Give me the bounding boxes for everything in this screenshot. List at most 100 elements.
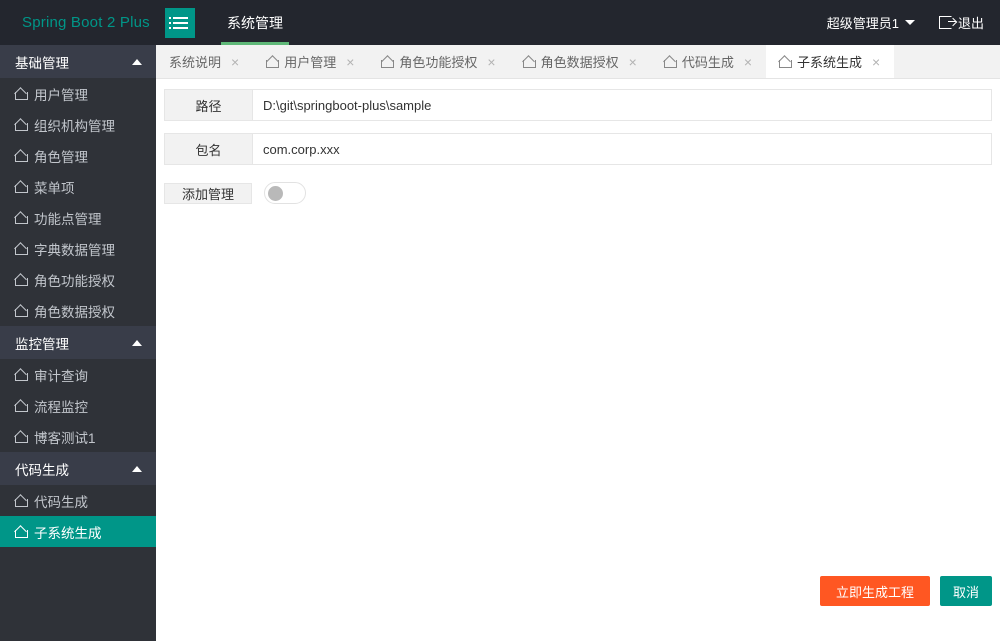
home-icon [15,369,28,381]
sidebar-item-dictionary-data[interactable]: 字典数据管理 [0,233,156,264]
path-input[interactable] [252,89,992,121]
top-header: Spring Boot 2 Plus 系统管理 超级管理员1 退出 [0,0,1000,45]
sidebar-item-label: 字典数据管理 [34,242,115,258]
sidebar-item-label: 审计查询 [34,368,88,384]
sidebar-group-code-generation[interactable]: 代码生成 [0,452,156,485]
content-area: 路径 包名 添加管理 立即生成工程 取消 [156,79,1000,641]
top-nav-item-label: 系统管理 [227,14,283,31]
tab-label: 系统说明 [169,55,222,70]
sidebar-item-audit-query[interactable]: 审计查询 [0,359,156,390]
app-logo[interactable]: Spring Boot 2 Plus [0,0,156,45]
top-nav-item-system-management[interactable]: 系统管理 [213,0,297,45]
chevron-down-icon [904,20,915,25]
home-icon [15,119,28,131]
home-icon [15,243,28,255]
sidebar-item-menu-items[interactable]: 菜单项 [0,171,156,202]
tab-subsystem-generation[interactable]: 子系统生成 × [766,45,895,78]
cancel-button[interactable]: 取消 [939,576,992,606]
sidebar-group-label: 代码生成 [15,462,69,478]
home-icon [15,150,28,162]
sidebar-group-label: 监控管理 [15,336,69,352]
tab-label: 用户管理 [284,55,337,70]
home-icon [15,212,28,224]
sidebar-group-label: 基础管理 [15,55,69,71]
tab-bar: 系统说明 × 用户管理 × 角色功能授权 × 角色数据授权 × 代码生成 × 子… [156,45,1000,79]
user-menu[interactable]: 超级管理员1 [827,13,915,32]
form-row-add-admin: 添加管理 [164,177,992,209]
header-right-group: 超级管理员1 退出 [827,0,1000,45]
form-row-path: 路径 [164,89,992,121]
tab-label: 子系统生成 [797,55,863,70]
close-icon[interactable]: × [342,55,354,69]
home-icon [15,305,28,317]
generate-project-button[interactable]: 立即生成工程 [819,576,930,606]
logout-label: 退出 [957,16,984,31]
close-icon[interactable]: × [483,55,495,69]
sidebar-group-basic-management[interactable]: 基础管理 [0,45,156,78]
package-input[interactable] [252,133,992,165]
tab-system-description[interactable]: 系统说明 × [156,45,253,78]
logout-button[interactable]: 退出 [938,13,984,32]
sidebar-item-label: 用户管理 [34,87,88,103]
sidebar-item-label: 菜单项 [34,180,75,196]
sidebar-item-label: 流程监控 [34,399,88,415]
home-icon [15,181,28,193]
sidebar-group-monitor-management[interactable]: 监控管理 [0,326,156,359]
form-row-package: 包名 [164,133,992,165]
top-nav: 系统管理 [213,0,297,45]
sidebar-item-label: 子系统生成 [34,525,102,541]
footer-actions: 立即生成工程 取消 [819,576,992,606]
sidebar-item-label: 博客测试1 [34,430,96,446]
add-admin-toggle[interactable] [264,182,306,204]
sidebar-item-label: 角色功能授权 [34,273,115,289]
chevron-up-icon [132,465,142,472]
tab-code-generation[interactable]: 代码生成 × [651,45,766,78]
tab-user-management[interactable]: 用户管理 × [253,45,368,78]
tab-label: 角色功能授权 [399,55,478,70]
sidebar-item-label: 角色管理 [34,149,88,165]
path-label: 路径 [164,89,252,121]
logout-icon [938,16,956,29]
sidebar-item-label: 功能点管理 [34,211,102,227]
sidebar-item-role-function-auth[interactable]: 角色功能授权 [0,264,156,295]
sidebar-item-function-points[interactable]: 功能点管理 [0,202,156,233]
user-name-label: 超级管理员1 [826,16,899,31]
home-icon [15,88,28,100]
tab-label: 代码生成 [681,55,734,70]
sidebar-item-code-generation[interactable]: 代码生成 [0,485,156,516]
tab-role-data-auth[interactable]: 角色数据授权 × [510,45,651,78]
package-label: 包名 [164,133,252,165]
app-logo-text: Spring Boot 2 Plus [22,14,150,31]
sidebar-item-org-management[interactable]: 组织机构管理 [0,109,156,140]
sidebar-item-role-data-auth[interactable]: 角色数据授权 [0,295,156,326]
home-icon [15,431,28,443]
toggle-knob [268,186,283,201]
tab-label: 角色数据授权 [540,55,619,70]
close-icon[interactable]: × [868,55,880,69]
sidebar-item-label: 角色数据授权 [34,304,115,320]
home-icon [15,526,28,538]
close-icon[interactable]: × [740,55,752,69]
home-icon [381,56,395,68]
sidebar-item-blog-test-1[interactable]: 博客测试1 [0,421,156,452]
home-icon [522,56,536,68]
sidebar-item-subsystem-generation[interactable]: 子系统生成 [0,516,156,547]
app-root: Spring Boot 2 Plus 系统管理 超级管理员1 退出 基础管理 用… [0,0,1000,641]
close-icon[interactable]: × [227,55,239,69]
sidebar-item-label: 代码生成 [34,494,88,510]
chevron-up-icon [132,339,142,346]
tab-role-function-auth[interactable]: 角色功能授权 × [368,45,509,78]
home-icon [15,400,28,412]
hamburger-icon[interactable] [165,7,195,38]
home-icon [266,56,280,68]
home-icon [663,56,677,68]
sidebar-item-process-monitor[interactable]: 流程监控 [0,390,156,421]
sidebar-item-user-management[interactable]: 用户管理 [0,78,156,109]
sidebar[interactable]: 基础管理 用户管理 组织机构管理 角色管理 菜单项 功能点管理 字典数据管理 角… [0,45,156,641]
chevron-up-icon [132,58,142,65]
sidebar-item-role-management[interactable]: 角色管理 [0,140,156,171]
home-icon [15,274,28,286]
home-icon [15,495,28,507]
sidebar-item-label: 组织机构管理 [34,118,115,134]
close-icon[interactable]: × [625,55,637,69]
